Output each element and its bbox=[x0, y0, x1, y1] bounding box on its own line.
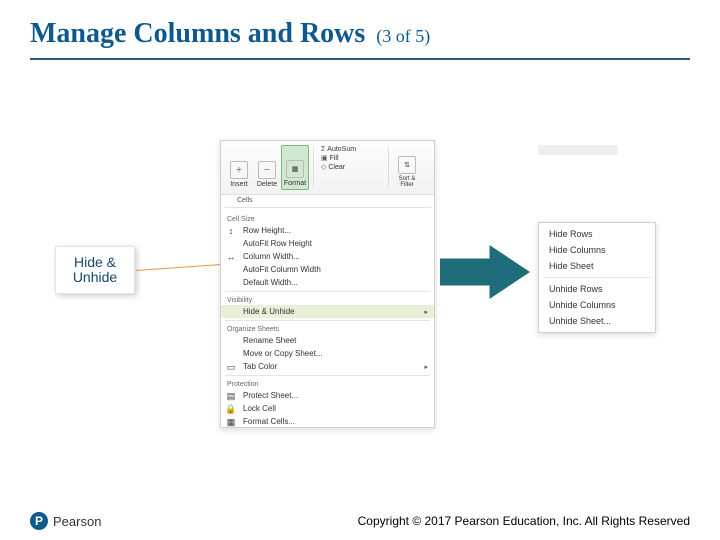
insert-label: Insert bbox=[230, 181, 248, 188]
tab-color-item[interactable]: ▭ Tab Color bbox=[221, 360, 434, 373]
footer: P Pearson Copyright © 2017 Pearson Educa… bbox=[0, 500, 720, 540]
insert-icon: ＋ bbox=[230, 161, 248, 179]
title-counter: (3 of 5) bbox=[376, 26, 430, 46]
autofit-row-item[interactable]: AutoFit Row Height bbox=[221, 237, 434, 250]
row-height-item[interactable]: ↕ Row Height... bbox=[221, 224, 434, 237]
format-cells-icon: ▦ bbox=[225, 416, 237, 428]
brand-label: Pearson bbox=[53, 514, 101, 529]
clear-item[interactable]: Clear bbox=[321, 163, 384, 172]
slide: Manage Columns and Rows (3 of 5) Hide & … bbox=[0, 0, 720, 540]
autofit-col-item[interactable]: AutoFit Column Width bbox=[221, 263, 434, 276]
lock-icon: 🔒 bbox=[225, 403, 237, 415]
lock-label: Lock Cell bbox=[243, 404, 276, 413]
sort-icon: ⇅ bbox=[398, 156, 416, 174]
format-cells-item[interactable]: ▦ Format Cells... bbox=[221, 415, 434, 428]
row-height-icon: ↕ bbox=[225, 225, 237, 237]
format-button[interactable]: ▦ Format bbox=[281, 145, 309, 190]
hide-unhide-label: Hide & Unhide bbox=[243, 307, 295, 316]
callout-line1: Hide & bbox=[73, 255, 117, 270]
section-cell-size: Cell Size bbox=[221, 213, 434, 224]
tabcolor-label: Tab Color bbox=[243, 362, 277, 371]
lock-cell-item[interactable]: 🔒 Lock Cell bbox=[221, 402, 434, 415]
col-width-label: Column Width... bbox=[243, 252, 300, 261]
col-width-item[interactable]: ↔ Column Width... bbox=[221, 250, 434, 263]
hide-rows-item[interactable]: Hide Rows bbox=[539, 226, 655, 242]
default-width-label: Default Width... bbox=[243, 278, 298, 287]
formatcells-label: Format Cells... bbox=[243, 417, 295, 426]
protect-sheet-item[interactable]: ▤ Protect Sheet... bbox=[221, 389, 434, 402]
unhide-rows-item[interactable]: Unhide Rows bbox=[539, 281, 655, 297]
callout-line2: Unhide bbox=[73, 270, 117, 285]
sort-filter-button[interactable]: ⇅ Sort & Filter bbox=[393, 145, 421, 190]
ribbon-separator bbox=[388, 147, 389, 188]
rename-sheet-item[interactable]: Rename Sheet bbox=[221, 334, 434, 347]
hide-unhide-submenu: Hide Rows Hide Columns Hide Sheet Unhide… bbox=[538, 222, 656, 333]
menu-separator bbox=[225, 291, 430, 292]
sort-label: Sort & Filter bbox=[393, 176, 421, 188]
delete-icon: － bbox=[258, 161, 276, 179]
protect-label: Protect Sheet... bbox=[243, 391, 298, 400]
unhide-sheet-item[interactable]: Unhide Sheet... bbox=[539, 313, 655, 329]
rename-label: Rename Sheet bbox=[243, 336, 296, 345]
format-menu-panel: ＋ Insert － Delete ▦ Format AutoSum Fill Cle… bbox=[220, 140, 435, 428]
format-label: Format bbox=[284, 180, 306, 187]
move-copy-item[interactable]: Move or Copy Sheet... bbox=[221, 347, 434, 360]
hide-sheet-item[interactable]: Hide Sheet bbox=[539, 258, 655, 274]
default-width-item[interactable]: Default Width... bbox=[221, 276, 434, 289]
autofit-col-label: AutoFit Column Width bbox=[243, 265, 321, 274]
submenu-arrow-icon bbox=[424, 307, 428, 316]
col-width-icon: ↔ bbox=[225, 251, 237, 263]
tab-color-icon: ▭ bbox=[225, 361, 237, 373]
cells-group-underline bbox=[225, 207, 431, 208]
slide-title: Manage Columns and Rows (3 of 5) bbox=[30, 18, 430, 50]
fill-item[interactable]: Fill bbox=[321, 154, 384, 163]
pearson-logo: P Pearson bbox=[30, 512, 101, 530]
section-protection: Protection bbox=[221, 378, 434, 389]
insert-button[interactable]: ＋ Insert bbox=[225, 145, 253, 190]
section-visibility: Visibility bbox=[221, 294, 434, 305]
decorative-bar bbox=[538, 145, 618, 155]
ribbon-quick-list: AutoSum Fill Clear bbox=[318, 145, 384, 190]
delete-label: Delete bbox=[257, 181, 277, 188]
autosum-item[interactable]: AutoSum bbox=[321, 145, 384, 154]
hide-unhide-item[interactable]: Hide & Unhide bbox=[221, 305, 434, 318]
unhide-columns-item[interactable]: Unhide Columns bbox=[539, 297, 655, 313]
format-dropdown: Cell Size ↕ Row Height... AutoFit Row Hei… bbox=[221, 213, 434, 428]
hide-columns-item[interactable]: Hide Columns bbox=[539, 242, 655, 258]
title-main: Manage Columns and Rows bbox=[30, 18, 365, 49]
protect-icon: ▤ bbox=[225, 390, 237, 402]
autofit-row-label: AutoFit Row Height bbox=[243, 239, 312, 248]
menu-separator bbox=[225, 375, 430, 376]
submenu-arrow-icon bbox=[424, 362, 428, 371]
menu-separator bbox=[225, 320, 430, 321]
delete-button[interactable]: － Delete bbox=[253, 145, 281, 190]
ribbon-head: ＋ Insert － Delete ▦ Format AutoSum Fill Cle… bbox=[221, 141, 434, 195]
section-organize: Organize Sheets bbox=[221, 323, 434, 334]
movecopy-label: Move or Copy Sheet... bbox=[243, 349, 323, 358]
callout-hide-unhide: Hide & Unhide bbox=[55, 246, 135, 294]
submenu-separator bbox=[543, 277, 651, 278]
row-height-label: Row Height... bbox=[243, 226, 291, 235]
cells-group-label: Cells bbox=[237, 197, 253, 204]
arrow-icon bbox=[440, 244, 530, 300]
title-underline bbox=[30, 58, 690, 60]
pearson-mark-icon: P bbox=[30, 512, 48, 530]
copyright-text: Copyright © 2017 Pearson Education, Inc.… bbox=[358, 514, 690, 528]
format-icon: ▦ bbox=[286, 160, 304, 178]
ribbon-separator bbox=[313, 147, 314, 188]
